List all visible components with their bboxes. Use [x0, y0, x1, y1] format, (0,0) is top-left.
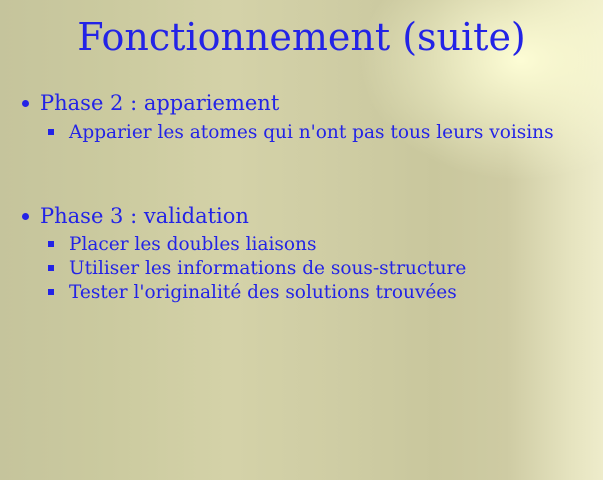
slide: Fonctionnement (suite) Phase 2 : apparie…: [0, 0, 603, 480]
bullet-heading: Phase 2 : appariement: [40, 91, 280, 115]
square-bullet-icon: [48, 289, 54, 295]
sub-bullet-item: Tester l'originalité des solutions trouv…: [48, 281, 559, 305]
square-bullet-icon: [48, 129, 54, 135]
round-bullet-icon: [22, 100, 29, 107]
slide-title: Fonctionnement (suite): [77, 15, 526, 59]
bullet-heading: Phase 3 : validation: [40, 204, 249, 228]
sub-bullet-item: Apparier les atomes qui n'ont pas tous l…: [48, 121, 559, 145]
sub-bullet-text: Tester l'originalité des solutions trouv…: [69, 282, 457, 303]
bullet-phase-3: Phase 3 : validation: [22, 203, 249, 229]
round-bullet-icon: [22, 213, 29, 220]
bullet-phase-2: Phase 2 : appariement: [22, 90, 280, 116]
sub-bullet-text: Placer les doubles liaisons: [69, 234, 317, 255]
sub-bullet-item: Placer les doubles liaisons: [48, 233, 559, 257]
square-bullet-icon: [48, 265, 54, 271]
sub-bullet-item: Utiliser les informations de sous-struct…: [48, 257, 559, 281]
sub-bullet-text: Utiliser les informations de sous-struct…: [69, 258, 467, 279]
square-bullet-icon: [48, 241, 54, 247]
sub-bullet-text: Apparier les atomes qui n'ont pas tous l…: [69, 122, 554, 143]
